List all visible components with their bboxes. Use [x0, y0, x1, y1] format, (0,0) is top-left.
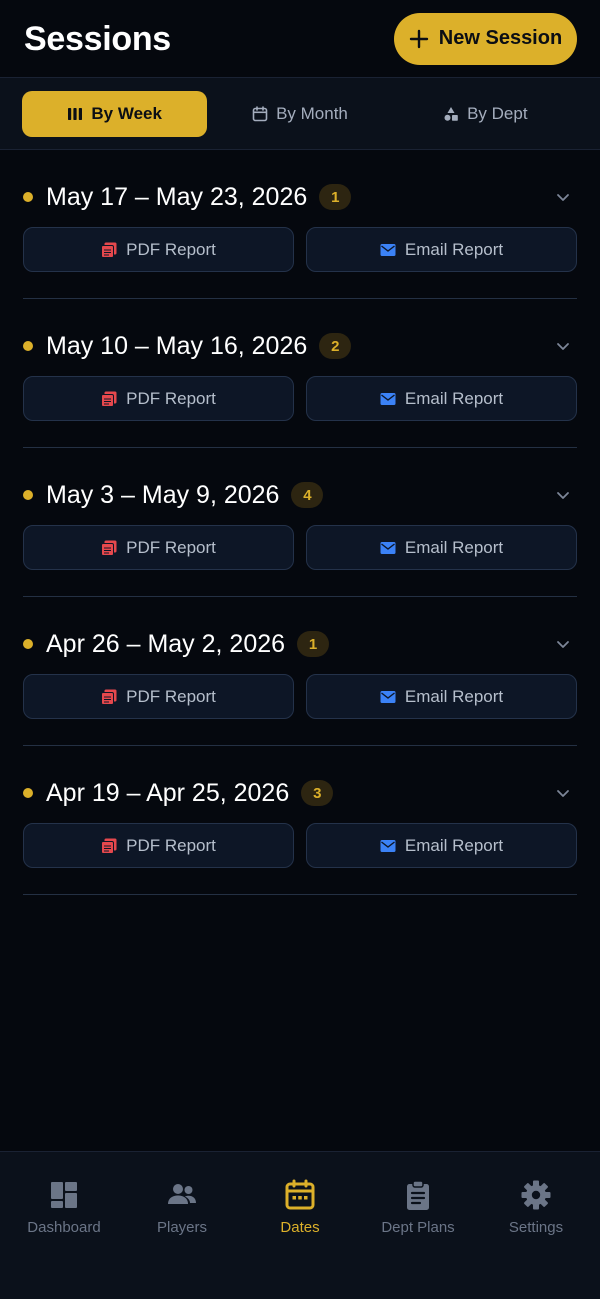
- week-header[interactable]: May 17 – May 23, 2026 1: [23, 180, 577, 214]
- nav-dates[interactable]: Dates: [241, 1152, 359, 1299]
- header: Sessions New Session: [0, 0, 600, 78]
- email-report-button[interactable]: Email Report: [306, 823, 577, 868]
- report-actions: PDF Report Email Report: [23, 674, 577, 719]
- nav-dept-plans[interactable]: Dept Plans: [359, 1152, 477, 1299]
- mail-icon: [380, 392, 396, 405]
- pdf-icon: [101, 391, 117, 407]
- session-count-badge: 2: [319, 333, 352, 359]
- new-session-label: New Session: [438, 27, 563, 49]
- pdf-icon: [101, 689, 117, 705]
- report-actions: PDF Report Email Report: [23, 525, 577, 570]
- columns-icon: [68, 107, 83, 120]
- email-report-label: Email Report: [404, 388, 504, 408]
- plus-icon: [409, 29, 428, 48]
- session-count-badge: 3: [301, 780, 334, 806]
- pdf-report-button[interactable]: PDF Report: [23, 227, 294, 272]
- calendar-icon: [252, 105, 268, 121]
- week-group: Apr 19 – Apr 25, 2026 3 PDF Report Email…: [23, 746, 577, 895]
- status-dot: [23, 192, 33, 202]
- week-range: May 10 – May 16, 2026: [46, 331, 308, 360]
- pdf-report-label: PDF Report: [126, 537, 216, 557]
- chevron-down-icon[interactable]: [555, 487, 571, 503]
- status-dot: [23, 788, 33, 798]
- week-header[interactable]: Apr 26 – May 2, 2026 1: [23, 627, 577, 661]
- pdf-report-label: PDF Report: [126, 686, 216, 706]
- pdf-report-button[interactable]: PDF Report: [23, 376, 294, 421]
- tab-by-dept-label: By Dept: [467, 103, 528, 123]
- pdf-report-button[interactable]: PDF Report: [23, 525, 294, 570]
- new-session-button[interactable]: New Session: [394, 12, 577, 65]
- email-report-button[interactable]: Email Report: [306, 525, 577, 570]
- week-group: Apr 26 – May 2, 2026 1 PDF Report Email …: [23, 597, 577, 746]
- nav-settings[interactable]: Settings: [477, 1152, 595, 1299]
- nav-dates-label: Dates: [280, 1219, 320, 1236]
- chevron-down-icon[interactable]: [555, 189, 571, 205]
- status-dot: [23, 639, 33, 649]
- pdf-icon: [101, 838, 117, 854]
- email-report-button[interactable]: Email Report: [306, 674, 577, 719]
- people-icon: [168, 1184, 196, 1204]
- tab-by-month[interactable]: By Month: [207, 91, 392, 137]
- mail-icon: [380, 690, 396, 703]
- chevron-down-icon[interactable]: [555, 636, 571, 652]
- week-range: Apr 19 – Apr 25, 2026: [46, 778, 290, 807]
- mail-icon: [380, 839, 396, 852]
- pdf-report-label: PDF Report: [126, 388, 216, 408]
- status-dot: [23, 341, 33, 351]
- tab-by-dept[interactable]: By Dept: [393, 91, 578, 137]
- mail-icon: [380, 243, 396, 256]
- app-root: Sessions New Session By Week By Month By…: [0, 0, 600, 1299]
- session-count-badge: 1: [297, 631, 330, 657]
- bottom-nav: Dashboard Players Dates Dept Plans Setti…: [0, 1151, 600, 1299]
- gear-icon: [521, 1180, 551, 1210]
- view-selector: By Week By Month By Dept: [0, 78, 600, 150]
- week-range: May 3 – May 9, 2026: [46, 480, 280, 509]
- week-header[interactable]: Apr 19 – Apr 25, 2026 3: [23, 776, 577, 810]
- dashboard-icon: [51, 1182, 77, 1208]
- mail-icon: [380, 541, 396, 554]
- week-range: Apr 26 – May 2, 2026: [46, 629, 286, 658]
- pdf-report-button[interactable]: PDF Report: [23, 674, 294, 719]
- email-report-label: Email Report: [404, 835, 504, 855]
- week-list: May 17 – May 23, 2026 1 PDF Report Email…: [23, 150, 577, 895]
- email-report-label: Email Report: [404, 537, 504, 557]
- week-group: May 17 – May 23, 2026 1 PDF Report Email…: [23, 150, 577, 299]
- week-group: May 10 – May 16, 2026 2 PDF Report Email…: [23, 299, 577, 448]
- shapes-icon: [444, 106, 458, 121]
- session-count-badge: 4: [291, 482, 324, 508]
- nav-dept-plans-label: Dept Plans: [381, 1219, 455, 1236]
- page-title: Sessions: [24, 20, 171, 58]
- email-report-label: Email Report: [404, 239, 504, 259]
- report-actions: PDF Report Email Report: [23, 376, 577, 421]
- tab-by-week[interactable]: By Week: [22, 90, 208, 137]
- nav-dashboard-label: Dashboard: [27, 1219, 101, 1236]
- email-report-button[interactable]: Email Report: [306, 376, 577, 421]
- pdf-report-label: PDF Report: [126, 835, 216, 855]
- report-actions: PDF Report Email Report: [23, 227, 577, 272]
- nav-dashboard[interactable]: Dashboard: [5, 1152, 123, 1299]
- report-actions: PDF Report Email Report: [23, 823, 577, 868]
- email-report-label: Email Report: [404, 686, 504, 706]
- pdf-report-button[interactable]: PDF Report: [23, 823, 294, 868]
- week-header[interactable]: May 3 – May 9, 2026 4: [23, 478, 577, 512]
- status-dot: [23, 490, 33, 500]
- tab-by-week-label: By Week: [91, 103, 162, 123]
- week-header[interactable]: May 10 – May 16, 2026 2: [23, 329, 577, 363]
- clipboard-icon: [407, 1180, 429, 1210]
- nav-players-label: Players: [156, 1219, 208, 1236]
- email-report-button[interactable]: Email Report: [306, 227, 577, 272]
- nav-settings-label: Settings: [508, 1219, 564, 1236]
- nav-players[interactable]: Players: [123, 1152, 241, 1299]
- pdf-report-label: PDF Report: [126, 239, 216, 259]
- week-range: May 17 – May 23, 2026: [46, 182, 308, 211]
- chevron-down-icon[interactable]: [555, 785, 571, 801]
- chevron-down-icon[interactable]: [555, 338, 571, 354]
- session-count-badge: 1: [319, 184, 352, 210]
- pdf-icon: [101, 540, 117, 556]
- tab-by-month-label: By Month: [276, 103, 348, 123]
- calendar-icon: [285, 1179, 315, 1210]
- pdf-icon: [101, 242, 117, 258]
- week-group: May 3 – May 9, 2026 4 PDF Report Email R…: [23, 448, 577, 597]
